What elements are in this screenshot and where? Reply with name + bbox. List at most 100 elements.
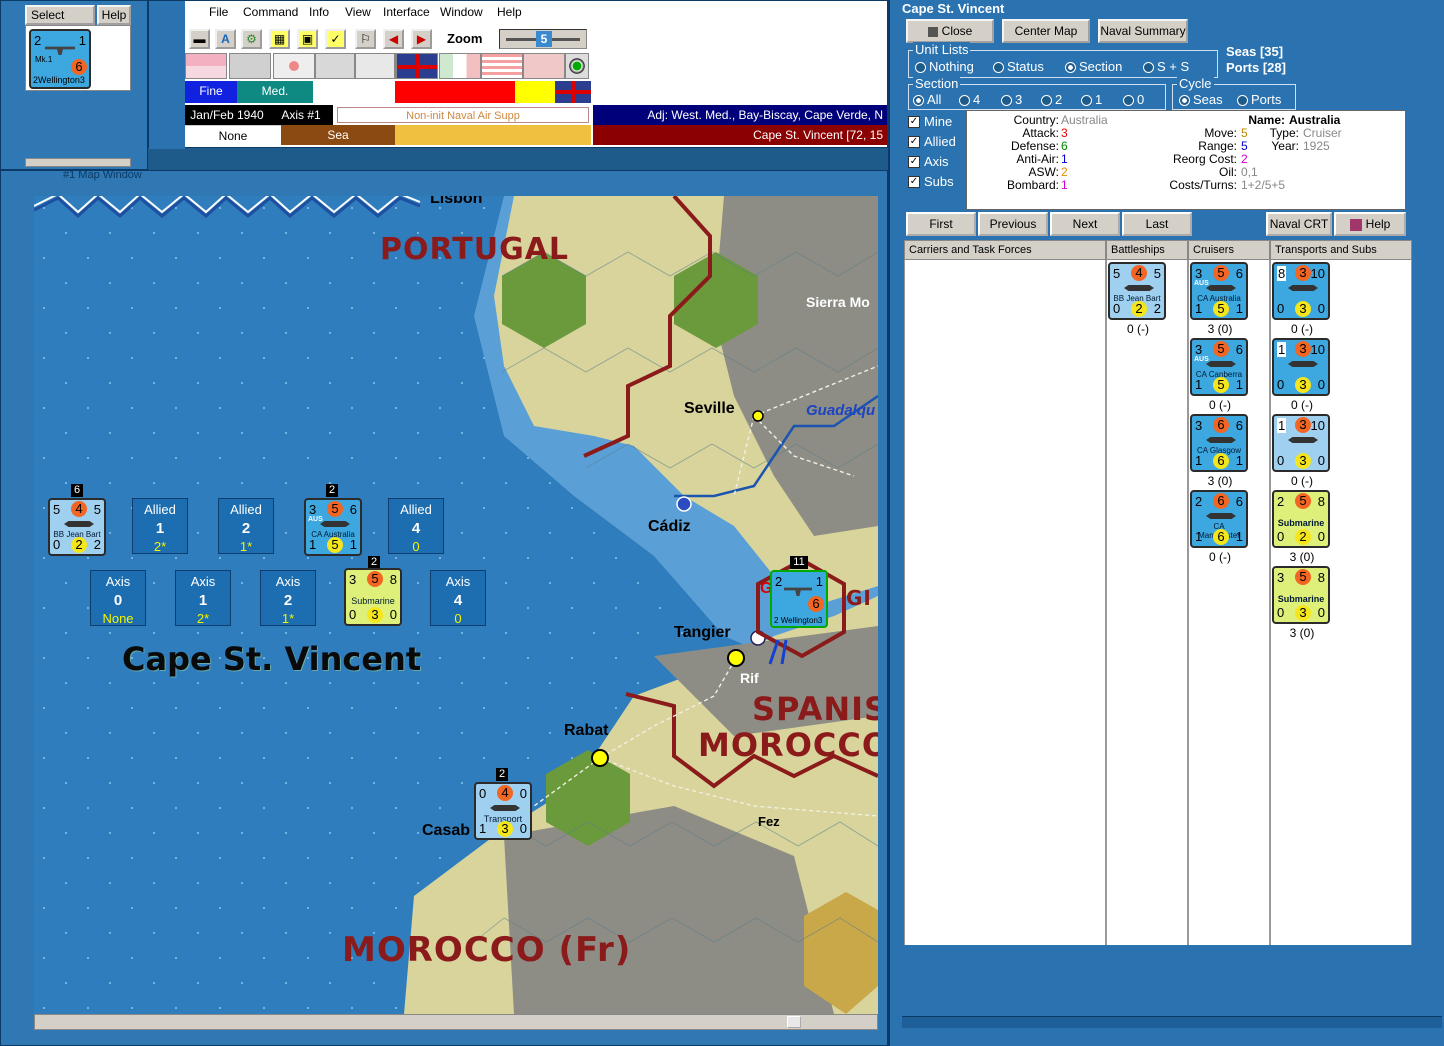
font-icon[interactable]: A	[215, 29, 236, 49]
panel-title-bar: Cape St. Vincent	[902, 0, 1432, 18]
flag-icon[interactable]	[523, 53, 565, 79]
radio-section-all[interactable]: All	[913, 92, 941, 107]
anchor-icon[interactable]	[676, 496, 692, 512]
target-icon[interactable]	[565, 53, 589, 79]
allied-box-4[interactable]: Allied 4 0	[388, 498, 444, 554]
checkbox-icon: ✓	[908, 136, 920, 148]
zoom-thumb[interactable]: 5	[536, 31, 552, 47]
map-horizontal-scrollbar[interactable]	[34, 1014, 878, 1030]
axis-box-2[interactable]: Axis 2 1*	[260, 570, 316, 626]
country-value: Australia	[1061, 113, 1108, 127]
uk-flag-icon[interactable]	[396, 53, 438, 79]
city-marker[interactable]	[591, 749, 609, 767]
list-counter-ca-manchester[interactable]: 266 CA Manchester 161	[1190, 490, 1248, 548]
help-book-icon	[1349, 218, 1362, 231]
zoom-slider[interactable]: 5	[499, 29, 587, 49]
info-labels-mid: Move: Range: Reorg Cost: Oil: Costs/Turn…	[1127, 127, 1237, 192]
radio-section-4[interactable]: 4	[959, 92, 980, 107]
radio-nothing[interactable]: Nothing	[915, 59, 974, 74]
flag-icon[interactable]	[229, 53, 271, 79]
selected-unit-counter[interactable]: 2 1 Mk.1 6 2Wellington3	[29, 29, 91, 89]
filter-mine[interactable]: ✓ Mine	[902, 114, 962, 132]
page-icon[interactable]: ▣	[297, 29, 318, 49]
arrow-left-icon[interactable]: ◀	[383, 29, 404, 49]
radio-section-1[interactable]: 1	[1081, 92, 1102, 107]
counter-defense: 2	[71, 537, 87, 553]
menu-file[interactable]: File	[209, 5, 228, 19]
action-label: Non-init Naval Air Supp	[337, 107, 589, 123]
close-button[interactable]: Close	[906, 19, 994, 43]
unit-counter-submarine[interactable]: 3 5 8 Submarine 0 3 0	[344, 568, 402, 626]
flag-icon[interactable]	[355, 53, 395, 79]
counter-value: 0	[1317, 605, 1325, 620]
city-marker[interactable]	[727, 649, 745, 667]
grid-icon[interactable]: ▦	[269, 29, 290, 49]
col-battleships	[1106, 260, 1188, 945]
list-counter-transport[interactable]: 1 3 10 030	[1272, 414, 1330, 472]
first-button[interactable]: First	[906, 212, 976, 236]
select-tab[interactable]: Select	[25, 5, 95, 25]
help-button[interactable]: Help	[1334, 212, 1406, 236]
menu-window[interactable]: Window	[440, 5, 483, 19]
last-button[interactable]: Last	[1122, 212, 1192, 236]
radio-section-0[interactable]: 0	[1123, 92, 1144, 107]
gear-icon[interactable]: ⚙	[241, 29, 262, 49]
unit-counter-transport[interactable]: 0 4 0 Transport 1 3 0	[474, 782, 532, 840]
radio-cycle-seas[interactable]: Seas	[1179, 92, 1223, 107]
truck-icon[interactable]: ▬	[189, 29, 210, 49]
ship-icon	[1206, 513, 1236, 519]
axis-box-4[interactable]: Axis 4 0	[430, 570, 486, 626]
us-flag-icon[interactable]	[481, 53, 523, 79]
axis-box-1[interactable]: Axis 1 2*	[175, 570, 231, 626]
list-counter-ca-glasgow[interactable]: 366 CA Glasgow 161	[1190, 414, 1248, 472]
flag-icon[interactable]	[439, 53, 481, 79]
help-tab[interactable]: Help	[97, 5, 131, 25]
axis-box-0[interactable]: Axis 0 None	[90, 570, 146, 626]
filter-allied[interactable]: ✓ Allied	[902, 134, 962, 152]
allied-box-2[interactable]: Allied 2 1*	[218, 498, 274, 554]
naval-crt-button[interactable]: Naval CRT	[1266, 212, 1332, 236]
menu-interface[interactable]: Interface	[383, 5, 430, 19]
scroll-thumb[interactable]	[787, 1016, 801, 1028]
flag-icon[interactable]	[185, 53, 227, 79]
next-button[interactable]: Next	[1050, 212, 1120, 236]
radio-section-3[interactable]: 3	[1001, 92, 1022, 107]
map-viewport[interactable]: Lisbon PORTUGAL Sierra Mo Seville Guadal…	[34, 196, 878, 1014]
arrow-right-icon[interactable]: ▶	[411, 29, 432, 49]
counter-subtitle: Mk.1	[35, 55, 53, 64]
list-counter-transport[interactable]: 1 3 10 030	[1272, 338, 1330, 396]
center-map-button[interactable]: Center Map	[1002, 19, 1090, 43]
weather-fine: Fine	[185, 81, 237, 103]
previous-button[interactable]: Previous	[978, 212, 1048, 236]
radio-s-plus-s[interactable]: S + S	[1143, 59, 1189, 74]
flag-icon[interactable]	[273, 53, 315, 79]
menu-view[interactable]: View	[345, 5, 371, 19]
allied-box-1[interactable]: Allied 1 2*	[132, 498, 188, 554]
unit-counter-bb-jean-bart[interactable]: 5 4 5 BB Jean Bart 0 2 2	[48, 498, 106, 556]
naval-summary-button[interactable]: Naval Summary	[1098, 19, 1188, 43]
radio-section-2[interactable]: 2	[1041, 92, 1062, 107]
radio-section[interactable]: Section	[1065, 59, 1122, 74]
list-counter-ca-canberra[interactable]: 356 AUS CA Canberra 151	[1190, 338, 1248, 396]
weather-med: Med.	[237, 81, 313, 103]
pencil-icon[interactable]: ✓	[325, 29, 346, 49]
radio-status[interactable]: Status	[993, 59, 1044, 74]
list-counter-transport[interactable]: 8 3 10 030	[1272, 262, 1330, 320]
filter-axis[interactable]: ✓ Axis	[902, 154, 962, 172]
unit-counter-wellington[interactable]: 2 6 1 2 Wellington3	[770, 570, 828, 628]
counter-value: 10	[1310, 266, 1325, 281]
unit-counter-ca-australia[interactable]: 3 5 6 AUS CA Australia 1 5 1	[304, 498, 362, 556]
radio-cycle-ports[interactable]: Ports	[1237, 92, 1281, 107]
flag-icon[interactable]	[315, 53, 355, 79]
list-counter-submarine[interactable]: 258 Submarine 020	[1272, 490, 1330, 548]
menu-help[interactable]: Help	[497, 5, 522, 19]
filter-subs[interactable]: ✓ Subs	[902, 174, 962, 192]
city-marker[interactable]	[752, 410, 764, 422]
flag-icon[interactable]: ⚐	[355, 29, 376, 49]
menu-command[interactable]: Command	[243, 5, 298, 19]
list-counter-ca-australia[interactable]: 356 AUS CA Australia 151	[1190, 262, 1248, 320]
list-counter-submarine[interactable]: 358 Submarine 030	[1272, 566, 1330, 624]
menu-info[interactable]: Info	[309, 5, 329, 19]
list-counter-bb[interactable]: 5 4 5 BB Jean Bart 0 2 2	[1108, 262, 1166, 320]
select-scrollbar[interactable]	[25, 158, 131, 167]
